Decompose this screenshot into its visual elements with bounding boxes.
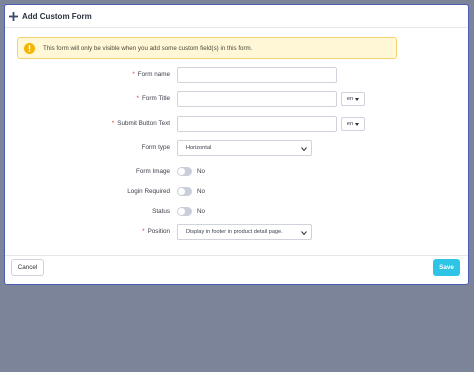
modal-header: Add Custom Form — [5, 5, 468, 28]
login-required-row: Login Required No — [5, 184, 470, 200]
toggle-knob — [178, 168, 185, 175]
form-title-label: * Form Title — [136, 95, 170, 102]
submit-button-text-label: * Submit Button Text — [111, 120, 170, 127]
modal-title: Add Custom Form — [22, 11, 92, 21]
status-row: Status No — [5, 204, 470, 220]
form-image-row: Form Image No — [5, 164, 470, 180]
form-title-input[interactable] — [177, 91, 337, 107]
status-toggle-text: No — [197, 208, 206, 215]
form-name-input[interactable] — [177, 67, 337, 83]
login-required-toggle[interactable] — [177, 187, 192, 196]
save-button[interactable]: Save — [433, 259, 460, 276]
chevron-down-icon — [301, 147, 307, 152]
form-name-row: * Form name — [5, 67, 470, 83]
form-title-row: * Form Title en — [5, 91, 470, 107]
cancel-button[interactable]: Cancel — [11, 259, 44, 276]
position-row: * Position Display in footer in product d… — [5, 224, 470, 240]
warning-icon — [24, 42, 35, 54]
alert-text: This form will only be visible when you … — [43, 44, 253, 52]
submit-button-text-row: * Submit Button Text en — [5, 116, 470, 132]
form-image-toggle-text: No — [197, 168, 206, 175]
submit-button-text-language-dropdown[interactable]: en — [341, 117, 365, 131]
form-type-select[interactable]: Horizontal — [177, 140, 312, 156]
login-required-label: Login Required — [127, 188, 170, 195]
form-name-label: * Form name — [132, 71, 170, 78]
status-toggle[interactable] — [177, 207, 192, 216]
position-select[interactable]: Display in footer in product detail page… — [177, 224, 312, 240]
login-required-toggle-text: No — [197, 188, 206, 195]
submit-button-text-input[interactable] — [177, 116, 337, 132]
caret-down-icon — [355, 97, 360, 101]
plus-icon — [9, 11, 18, 21]
toggle-knob — [178, 188, 185, 195]
toggle-knob — [178, 208, 185, 215]
modal-footer: Cancel Save — [5, 255, 468, 284]
caret-down-icon — [355, 122, 360, 126]
status-label: Status — [152, 208, 170, 215]
form-type-row: Form type Horizontal — [5, 140, 470, 156]
chevron-down-icon — [301, 231, 307, 236]
form-image-toggle[interactable] — [177, 167, 192, 176]
form-image-label: Form Image — [136, 168, 170, 175]
position-label: * Position — [142, 228, 170, 235]
info-alert: This form will only be visible when you … — [17, 37, 397, 59]
add-custom-form-modal: Add Custom Form This form will only be v… — [4, 4, 469, 285]
form-type-label: Form type — [141, 144, 170, 151]
form-title-language-dropdown[interactable]: en — [341, 92, 365, 106]
